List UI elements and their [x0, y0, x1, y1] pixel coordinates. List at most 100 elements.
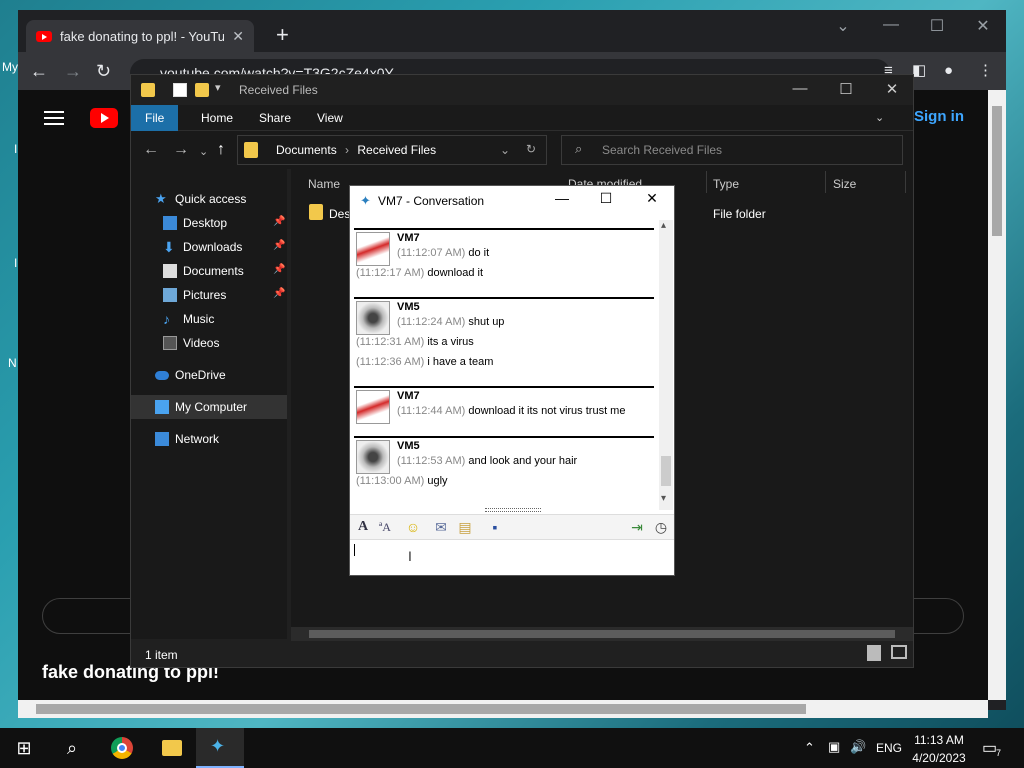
send-file-icon[interactable]: ⇥: [628, 518, 646, 536]
conversation-minimize-button[interactable]: —: [542, 190, 582, 206]
horizontal-scroll-thumb[interactable]: [36, 704, 806, 714]
folder-icon: [162, 740, 182, 756]
minimize-button[interactable]: —: [868, 16, 914, 34]
search-icon[interactable]: ⌕: [48, 728, 96, 768]
tab-search-icon[interactable]: ⌄: [820, 16, 866, 36]
file-explorer-taskbar-button[interactable]: [148, 728, 196, 768]
explorer-address-bar[interactable]: Documents › Received Files ⌄ ↻: [237, 135, 547, 165]
breadcrumb-received-files[interactable]: Received Files: [357, 143, 436, 157]
column-header-type[interactable]: Type: [713, 177, 739, 191]
sidebar-item-onedrive[interactable]: OneDrive: [155, 364, 226, 386]
scroll-up-icon[interactable]: ▴: [661, 220, 666, 231]
column-separator[interactable]: [706, 171, 707, 193]
save-icon[interactable]: ▪: [486, 518, 504, 536]
message-log-scroll-thumb[interactable]: [661, 456, 671, 486]
sidebar-item-documents[interactable]: Documents: [163, 260, 244, 282]
tab-close-icon[interactable]: ✕: [232, 28, 244, 45]
message-time: (11:12:17 AM): [356, 267, 425, 279]
attach-file-icon[interactable]: ✉: [432, 518, 450, 536]
splitter-grip[interactable]: [485, 508, 541, 512]
message-input[interactable]: [350, 540, 674, 575]
sidebar-item-my-computer[interactable]: My Computer: [155, 396, 247, 418]
menu-icon[interactable]: ⋮: [978, 60, 993, 82]
profile-icon[interactable]: ●: [944, 60, 953, 82]
volume-icon[interactable]: 🔊: [850, 739, 866, 755]
column-separator[interactable]: [825, 171, 826, 193]
font-icon[interactable]: A: [354, 518, 372, 536]
new-folder-icon[interactable]: [195, 83, 209, 97]
sidebar-item-network[interactable]: Network: [155, 428, 219, 450]
vertical-scroll-thumb[interactable]: [992, 106, 1002, 236]
clock-date[interactable]: 4/20/2023: [910, 751, 968, 765]
message-line: (11:12:17 AM) download it: [356, 267, 483, 279]
properties-icon[interactable]: [173, 83, 187, 97]
column-header-name[interactable]: Name: [308, 177, 340, 191]
computer-icon: [155, 400, 169, 414]
tab-view[interactable]: View: [303, 105, 357, 131]
cloud-icon: [155, 370, 169, 380]
details-view-icon[interactable]: [867, 645, 881, 661]
explorer-minimize-button[interactable]: —: [777, 80, 823, 97]
folder-share-icon[interactable]: ▤: [456, 518, 474, 536]
sidebar-item-videos[interactable]: Videos: [163, 332, 219, 354]
ribbon-expand-icon[interactable]: ⌄: [875, 111, 884, 124]
refresh-icon[interactable]: ↻: [526, 142, 536, 156]
close-button[interactable]: ✕: [960, 16, 1006, 36]
maximize-button[interactable]: ☐: [914, 16, 960, 36]
up-icon[interactable]: ↑: [217, 141, 225, 159]
chrome-taskbar-button[interactable]: [98, 728, 146, 768]
breadcrumb-documents[interactable]: Documents: [276, 143, 337, 157]
tab-share[interactable]: Share: [245, 105, 305, 131]
network-tray-icon[interactable]: ▣: [828, 739, 840, 755]
reload-icon[interactable]: ↻: [96, 60, 111, 82]
message-text: and look and your hair: [468, 455, 578, 467]
tab-home[interactable]: Home: [187, 105, 247, 131]
music-icon: ♪: [163, 311, 170, 327]
start-button[interactable]: ⊞: [0, 728, 48, 768]
explorer-maximize-button[interactable]: ☐: [823, 80, 869, 98]
sidebar-item-music[interactable]: ♪ Music: [163, 308, 214, 330]
new-tab-button[interactable]: +: [276, 24, 289, 46]
back-icon[interactable]: ←: [143, 141, 159, 159]
youtube-logo-icon[interactable]: [90, 108, 118, 128]
sidebar-item-label: Music: [183, 312, 215, 326]
chevron-down-icon[interactable]: ⌄: [500, 143, 510, 157]
sign-in-button[interactable]: Sign in: [914, 108, 964, 125]
history-icon[interactable]: ◷: [652, 518, 670, 536]
file-list-scroll-thumb[interactable]: [309, 630, 895, 638]
recent-locations-icon[interactable]: ⌄: [199, 145, 208, 158]
hamburger-menu-icon[interactable]: [44, 111, 64, 125]
emoticon-icon[interactable]: ☺: [404, 518, 422, 536]
explorer-close-button[interactable]: ✕: [869, 80, 915, 98]
column-separator[interactable]: [905, 171, 906, 193]
tab-file[interactable]: File: [131, 105, 179, 131]
conversation-maximize-button[interactable]: ☐: [586, 190, 626, 207]
scroll-down-icon[interactable]: ▾: [661, 493, 666, 504]
search-input[interactable]: Search Received Files: [561, 135, 903, 165]
clock-time[interactable]: 11:13 AM: [914, 733, 964, 747]
forward-icon[interactable]: →: [173, 141, 189, 159]
language-indicator[interactable]: ENG: [876, 741, 902, 755]
text-color-icon[interactable]: ªA: [376, 518, 394, 536]
sidebar-item-pictures[interactable]: Pictures: [163, 284, 226, 306]
desktop-icon-label: My: [2, 60, 18, 74]
sidebar-icon[interactable]: ◧: [912, 60, 926, 82]
forward-icon[interactable]: →: [64, 60, 82, 82]
notification-icon[interactable]: ▭: [982, 738, 997, 758]
browser-tab[interactable]: fake donating to ppl! - YouTube ✕: [26, 20, 254, 52]
large-icons-view-icon[interactable]: [891, 645, 907, 659]
search-icon: ⌕: [575, 141, 583, 156]
back-icon[interactable]: ←: [30, 60, 48, 82]
sidebar-item-quick-access[interactable]: ★ Quick access: [155, 188, 246, 210]
sidebar-item-label: Desktop: [183, 216, 228, 230]
sidebar-item-downloads[interactable]: ⬇ Downloads: [163, 236, 242, 258]
conversation-close-button[interactable]: ✕: [632, 190, 672, 207]
message-line: (11:13:00 AM) ugly: [356, 475, 448, 487]
tab-title: fake donating to ppl! - YouTube: [60, 28, 225, 44]
network-icon: [155, 432, 169, 446]
chevron-up-icon[interactable]: ⌃: [804, 740, 815, 756]
customize-quick-access-icon[interactable]: ▾: [215, 81, 221, 94]
messenger-taskbar-button[interactable]: ✦: [196, 728, 244, 768]
sidebar-item-desktop[interactable]: Desktop: [163, 212, 227, 234]
column-header-size[interactable]: Size: [833, 177, 856, 191]
